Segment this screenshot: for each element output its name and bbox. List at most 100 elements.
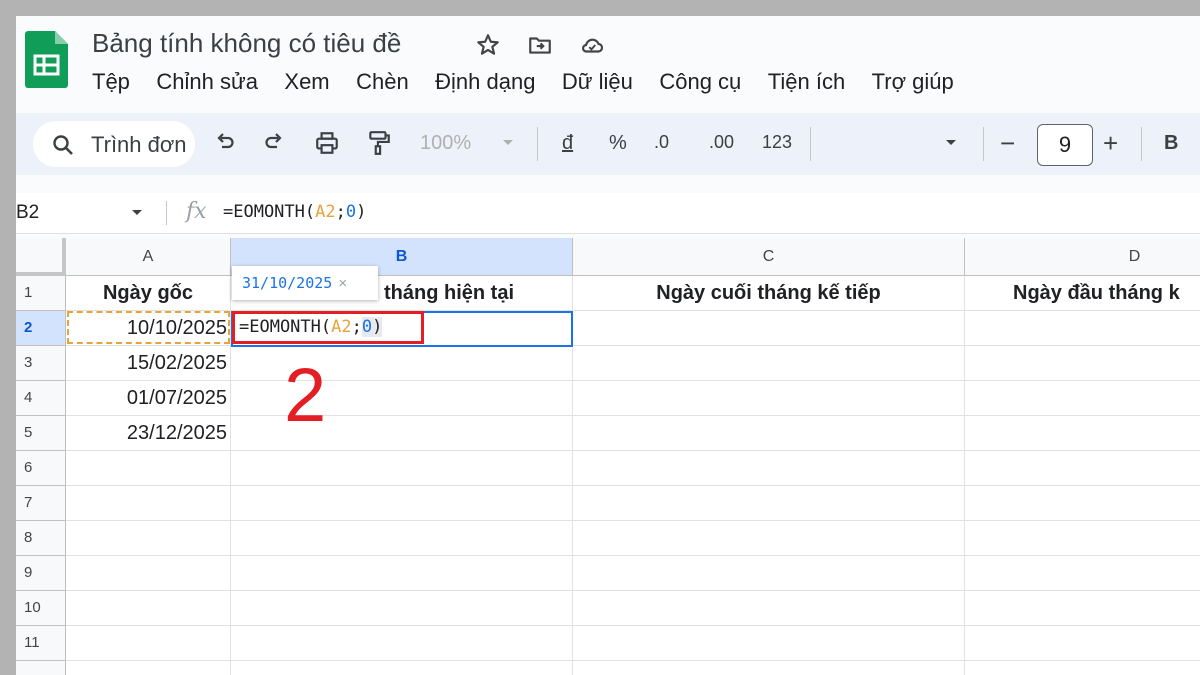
font-dropdown-icon[interactable] xyxy=(945,139,957,147)
redo-icon[interactable] xyxy=(262,130,286,154)
font-size-increase-button[interactable]: + xyxy=(1103,128,1118,159)
cell-b11[interactable] xyxy=(231,626,573,661)
star-icon[interactable] xyxy=(475,32,501,58)
cell-a1[interactable]: Ngày gốc xyxy=(66,276,231,311)
row-header-10[interactable]: 10 xyxy=(16,591,66,626)
zoom-dropdown-icon[interactable] xyxy=(502,139,514,147)
cell-c12[interactable] xyxy=(573,661,965,675)
formula-separator: ; xyxy=(335,202,346,222)
sheets-logo-icon[interactable] xyxy=(25,31,68,88)
currency-format-button[interactable]: đ xyxy=(562,132,573,155)
cell-b9[interactable] xyxy=(231,556,573,591)
cell-a6[interactable] xyxy=(66,451,231,486)
column-header-d[interactable]: D xyxy=(965,238,1200,276)
row-header-8[interactable]: 8 xyxy=(16,521,66,556)
cell-d9[interactable] xyxy=(965,556,1200,591)
row-header-5[interactable]: 5 xyxy=(16,416,66,451)
row-header-6[interactable]: 6 xyxy=(16,451,66,486)
font-size-decrease-button[interactable]: − xyxy=(1000,128,1015,159)
row-header-4[interactable]: 4 xyxy=(16,381,66,416)
cell-d2[interactable] xyxy=(965,311,1200,346)
referenced-cell-highlight xyxy=(67,311,230,344)
cell-b8[interactable] xyxy=(231,521,573,556)
print-icon[interactable] xyxy=(314,130,340,156)
row-header-1[interactable]: 1 xyxy=(16,276,66,311)
cell-b12[interactable] xyxy=(231,661,573,675)
name-box[interactable]: B2 xyxy=(16,202,39,224)
cell-a5[interactable]: 23/12/2025 xyxy=(66,416,231,451)
cell-a7[interactable] xyxy=(66,486,231,521)
row-header-12[interactable] xyxy=(16,661,66,675)
cell-d12[interactable] xyxy=(965,661,1200,675)
cell-b10[interactable] xyxy=(231,591,573,626)
cell-d3[interactable] xyxy=(965,346,1200,381)
menu-file[interactable]: Tệp xyxy=(92,69,130,95)
cell-a4[interactable]: 01/07/2025 xyxy=(66,381,231,416)
menu-format[interactable]: Định dạng xyxy=(435,69,535,95)
cell-d11[interactable] xyxy=(965,626,1200,661)
cell-a12[interactable] xyxy=(66,661,231,675)
menu-bar: Tệp Chỉnh sửa Xem Chèn Định dạng Dữ liệu… xyxy=(92,69,976,97)
menu-data[interactable]: Dữ liệu xyxy=(562,69,633,95)
cell-c1[interactable]: Ngày cuối tháng kế tiếp xyxy=(573,276,965,311)
menu-view[interactable]: Xem xyxy=(284,69,329,95)
cell-c11[interactable] xyxy=(573,626,965,661)
cell-b6[interactable] xyxy=(231,451,573,486)
cell-c2[interactable] xyxy=(573,311,965,346)
paint-format-icon[interactable] xyxy=(366,130,392,156)
column-header-a[interactable]: A xyxy=(66,238,231,276)
cell-d4[interactable] xyxy=(965,381,1200,416)
cell-b4[interactable] xyxy=(231,381,573,416)
cell-d7[interactable] xyxy=(965,486,1200,521)
decrease-decimal-button[interactable]: .0 xyxy=(654,132,669,153)
cell-c7[interactable] xyxy=(573,486,965,521)
bold-button[interactable]: B xyxy=(1164,132,1178,155)
cell-b3[interactable] xyxy=(231,346,573,381)
row-header-2[interactable]: 2 xyxy=(16,311,66,346)
increase-decimal-button[interactable]: .00 xyxy=(709,132,734,153)
row-header-9[interactable]: 9 xyxy=(16,556,66,591)
undo-icon[interactable] xyxy=(213,130,237,154)
tooltip-close-icon[interactable]: × xyxy=(338,275,347,292)
cell-d8[interactable] xyxy=(965,521,1200,556)
cell-d5[interactable] xyxy=(965,416,1200,451)
formula-input[interactable]: =EOMONTH(A2;0) xyxy=(223,202,366,222)
document-title[interactable]: Bảng tính không có tiêu đề xyxy=(92,28,401,59)
row-header-11[interactable]: 11 xyxy=(16,626,66,661)
cell-editor-b2[interactable]: =EOMONTH(A2;0) xyxy=(232,311,424,344)
menu-edit[interactable]: Chỉnh sửa xyxy=(156,69,258,95)
cell-a3[interactable]: 15/02/2025 xyxy=(66,346,231,381)
menu-search-box[interactable]: Trình đơn xyxy=(33,121,195,167)
cell-c6[interactable] xyxy=(573,451,965,486)
menu-insert[interactable]: Chèn xyxy=(356,69,409,95)
select-all-corner[interactable] xyxy=(16,238,66,276)
cell-a10[interactable] xyxy=(66,591,231,626)
cell-b7[interactable] xyxy=(231,486,573,521)
move-folder-icon[interactable] xyxy=(527,32,553,58)
cell-d6[interactable] xyxy=(965,451,1200,486)
cell-c8[interactable] xyxy=(573,521,965,556)
column-header-c[interactable]: C xyxy=(573,238,965,276)
menu-extensions[interactable]: Tiện ích xyxy=(768,69,845,95)
number-format-button[interactable]: 123 xyxy=(762,132,792,153)
cell-d1[interactable]: Ngày đầu tháng k xyxy=(965,276,1200,311)
cell-c9[interactable] xyxy=(573,556,965,591)
cell-a9[interactable] xyxy=(66,556,231,591)
cloud-status-icon[interactable] xyxy=(579,32,605,58)
font-size-input[interactable]: 9 xyxy=(1037,124,1093,166)
menu-help[interactable]: Trợ giúp xyxy=(872,69,954,95)
cell-b5[interactable] xyxy=(231,416,573,451)
row-header-7[interactable]: 7 xyxy=(16,486,66,521)
cell-a8[interactable] xyxy=(66,521,231,556)
percent-format-button[interactable]: % xyxy=(609,132,627,155)
cell-a11[interactable] xyxy=(66,626,231,661)
name-box-dropdown-icon[interactable] xyxy=(131,209,143,217)
cell-c10[interactable] xyxy=(573,591,965,626)
cell-c5[interactable] xyxy=(573,416,965,451)
row-header-3[interactable]: 3 xyxy=(16,346,66,381)
cell-c3[interactable] xyxy=(573,346,965,381)
zoom-select[interactable]: 100% xyxy=(420,132,471,155)
menu-tools[interactable]: Công cụ xyxy=(659,69,741,95)
cell-c4[interactable] xyxy=(573,381,965,416)
cell-d10[interactable] xyxy=(965,591,1200,626)
